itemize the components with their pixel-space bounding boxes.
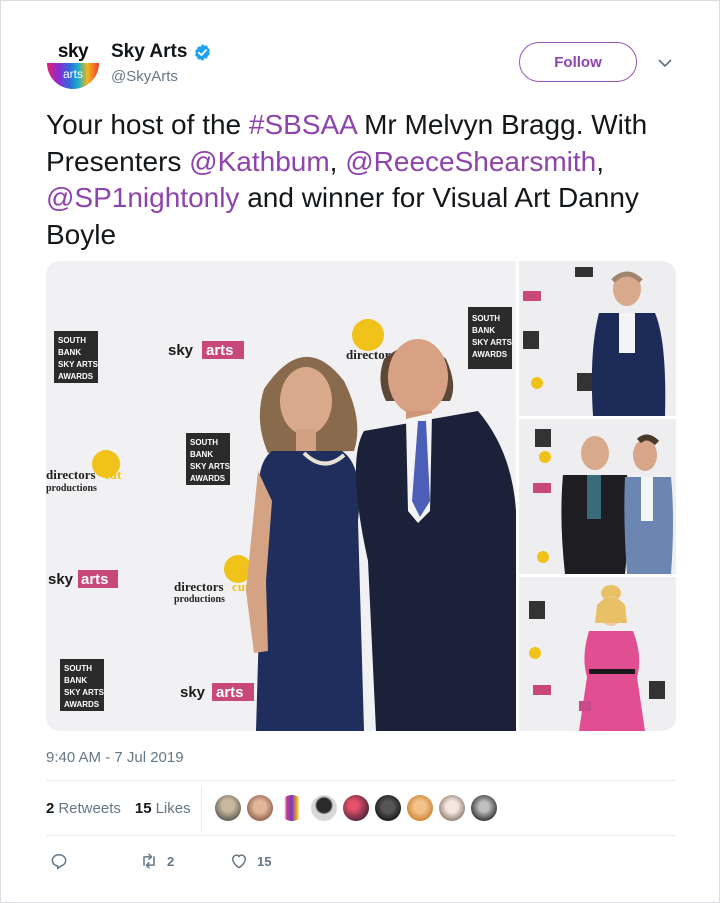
like-count: 15: [257, 853, 272, 869]
photo-side-2[interactable]: [519, 419, 676, 574]
liker-avatars: [215, 795, 497, 821]
tweet-text: Your host of the #SBSAA Mr Melvyn Bragg.…: [46, 107, 686, 253]
liker-avatar[interactable]: [279, 795, 305, 821]
hashtag-link[interactable]: #SBSAA: [249, 109, 356, 140]
retweet-button[interactable]: 2: [139, 851, 174, 871]
photo-side-3[interactable]: [519, 577, 676, 731]
likes-stat[interactable]: 15 Likes: [135, 800, 191, 817]
tweet-timestamp[interactable]: 9:40 AM - 7 Jul 2019: [46, 749, 184, 766]
photo-side-3-image: [519, 577, 676, 731]
heart-icon: [232, 854, 246, 869]
south-bank-logo-text: BANK: [64, 676, 87, 685]
south-bank-logo-text: BANK: [58, 348, 81, 357]
south-bank-logo-text: SKY ARTS: [190, 462, 231, 471]
south-bank-logo-text: SKY ARTS: [472, 338, 513, 347]
avatar-sky-text: sky: [57, 41, 89, 62]
liker-avatar[interactable]: [375, 795, 401, 821]
person-woman: [246, 356, 364, 731]
liker-avatar[interactable]: [343, 795, 369, 821]
divider: [46, 835, 676, 836]
directors-cut-logo-text: directors: [46, 467, 96, 482]
directors-cut-logo-text: productions: [174, 594, 225, 605]
south-bank-logo-text: SKY ARTS: [58, 360, 99, 369]
retweets-stat[interactable]: 2 Retweets: [46, 800, 121, 817]
stats-separator: [201, 787, 202, 831]
media-grid: SOUTH BANK SKY ARTS AWARDS SOUTH BANK SK…: [46, 261, 676, 731]
sky-arts-logo-text: sky: [48, 571, 74, 588]
retweets-count: 2: [46, 800, 55, 817]
sky-arts-logo-text: arts: [81, 571, 109, 588]
verified-badge-icon: [195, 43, 211, 61]
directors-cut-logo-text: directors: [174, 579, 224, 594]
south-bank-logo-text: SOUTH: [58, 336, 86, 345]
liker-avatar[interactable]: [247, 795, 273, 821]
photo-main-image: SOUTH BANK SKY ARTS AWARDS SOUTH BANK SK…: [46, 261, 516, 731]
likes-label: Likes: [155, 800, 191, 817]
divider: [46, 780, 676, 781]
liker-avatar[interactable]: [215, 795, 241, 821]
tweet-card: sky arts Sky Arts @SkyArts Follow Your h…: [0, 0, 720, 903]
tweet-text-segment: ,: [596, 145, 604, 177]
south-bank-logo-text: SKY ARTS: [64, 688, 105, 697]
south-bank-logo-text: BANK: [190, 450, 213, 459]
retweet-count: 2: [167, 853, 175, 869]
sky-arts-logo-text: sky: [180, 684, 206, 701]
tweet-stats: 2 Retweets 15 Likes: [46, 800, 205, 817]
retweets-label: Retweets: [58, 800, 121, 817]
like-button[interactable]: 15: [229, 851, 271, 871]
south-bank-logo-text: SOUTH: [472, 314, 500, 323]
south-bank-logo-text: AWARDS: [472, 350, 508, 359]
liker-avatar[interactable]: [311, 795, 337, 821]
tweet-text-segment: Your host of the: [46, 109, 249, 140]
liker-avatar[interactable]: [407, 795, 433, 821]
south-bank-logo-text: SOUTH: [64, 664, 92, 673]
photo-side-1-image: [519, 261, 676, 416]
south-bank-logo-text: BANK: [472, 326, 495, 335]
south-bank-logo-text: AWARDS: [190, 474, 226, 483]
sky-arts-logo-text: sky: [168, 342, 194, 359]
liker-avatar[interactable]: [439, 795, 465, 821]
reply-button[interactable]: [49, 851, 69, 871]
avatar-arts-text: arts: [62, 67, 83, 81]
account-display-name[interactable]: Sky Arts: [111, 41, 187, 63]
sky-arts-logo-text: arts: [216, 684, 244, 701]
mention-link-reeceshearsmith[interactable]: @ReeceShearsmith: [345, 146, 596, 177]
south-bank-logo-text: SOUTH: [190, 438, 218, 447]
liker-avatar[interactable]: [471, 795, 497, 821]
tweet-text-segment: ,: [329, 145, 346, 177]
photo-main[interactable]: SOUTH BANK SKY ARTS AWARDS SOUTH BANK SK…: [46, 261, 516, 731]
directors-cut-logo-text: productions: [46, 483, 97, 494]
sky-arts-logo-text: arts: [206, 342, 234, 359]
mention-link-kathbum[interactable]: @Kathbum: [189, 146, 330, 177]
photo-side-1[interactable]: [519, 261, 676, 416]
south-bank-logo-text: AWARDS: [58, 372, 94, 381]
reply-icon: [51, 854, 67, 870]
directors-cut-logo-text: cut: [104, 467, 122, 482]
likes-count: 15: [134, 800, 152, 817]
chevron-down-icon[interactable]: [657, 55, 673, 71]
account-name-row: Sky Arts: [111, 41, 212, 63]
south-bank-logo-text: AWARDS: [64, 700, 100, 709]
mention-link-sp1nightonly[interactable]: @SP1nightonly: [46, 182, 239, 213]
account-avatar[interactable]: sky arts: [45, 37, 101, 93]
account-handle[interactable]: @SkyArts: [111, 68, 178, 85]
follow-button[interactable]: Follow: [519, 42, 637, 82]
retweet-icon: [143, 853, 155, 869]
photo-side-2-image: [519, 419, 676, 574]
